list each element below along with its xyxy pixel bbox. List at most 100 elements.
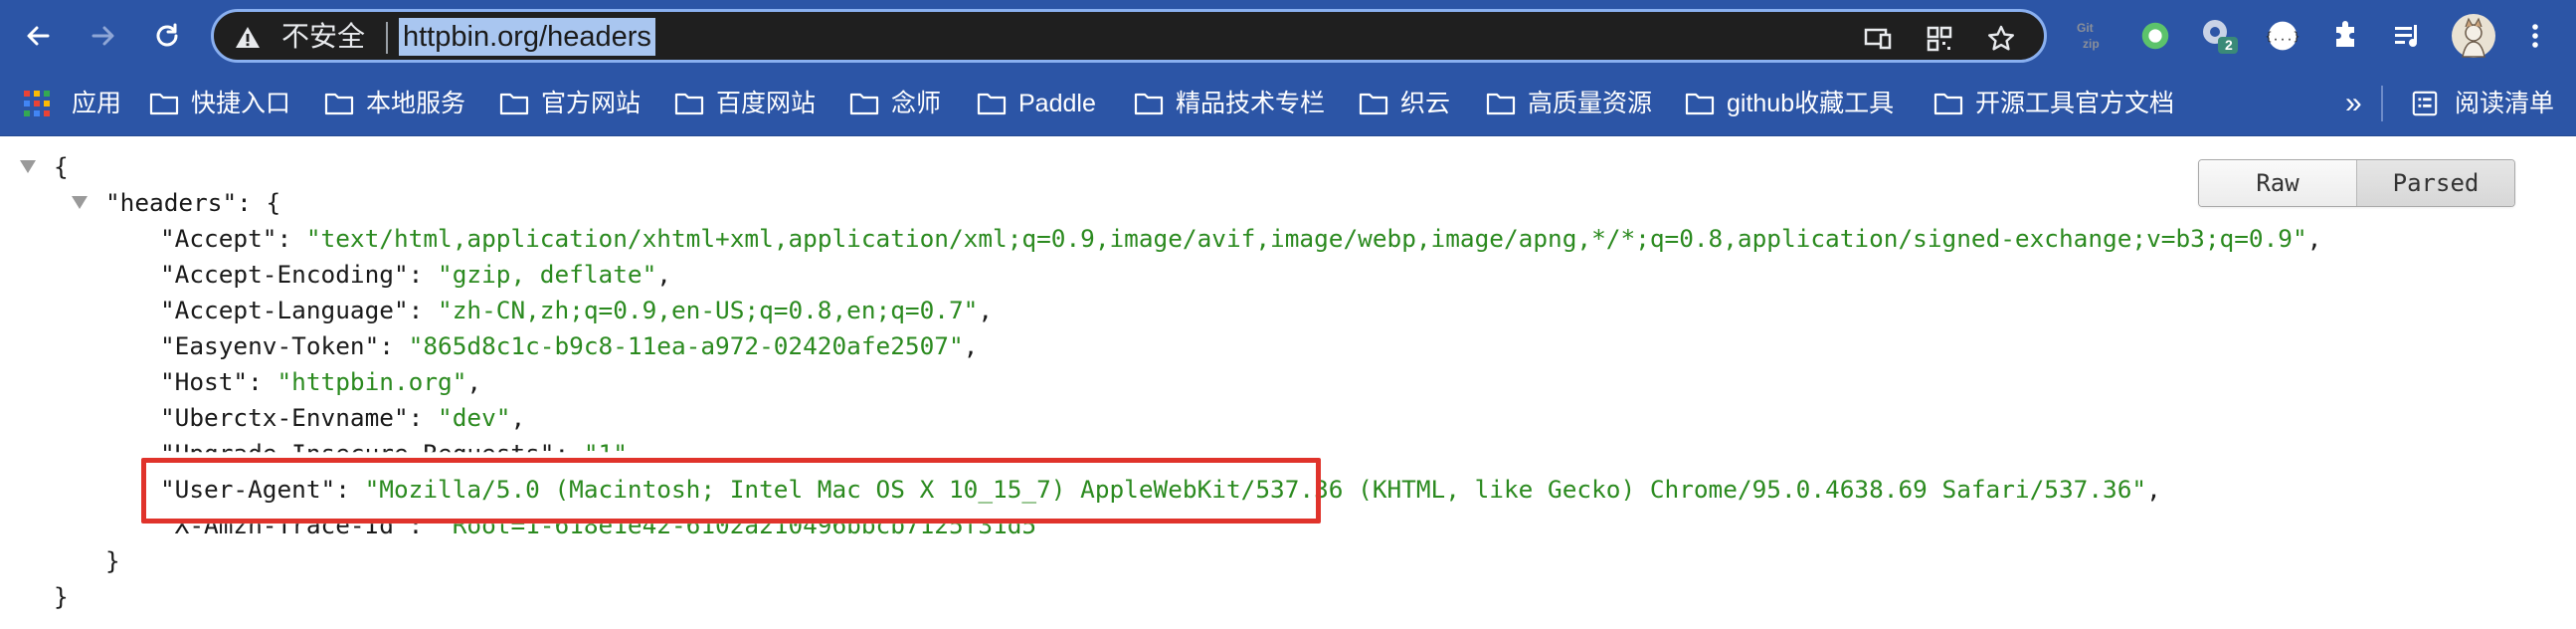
json-row: "Easyenv-Token": "865d8c1c-b9c8-11ea-a97… xyxy=(160,328,978,364)
collapse-headers-toggle-icon[interactable] xyxy=(72,196,88,209)
bookmark-folder-label: 念师 xyxy=(891,90,942,117)
json-braces-icon: {...} xyxy=(2266,21,2300,51)
forward-arrow-icon xyxy=(92,26,114,46)
json-row: "Accept-Encoding": "gzip, deflate", xyxy=(160,257,671,293)
json-key: "Easyenv-Token": xyxy=(160,331,409,360)
browser-menu-button[interactable] xyxy=(2516,17,2554,55)
forward-button[interactable] xyxy=(84,16,123,56)
folder-icon xyxy=(849,93,879,115)
bookmark-folder[interactable]: Paddle xyxy=(977,82,1096,125)
json-comma: , xyxy=(2146,475,2161,504)
address-divider xyxy=(386,22,388,54)
bookmark-folder-label: 官方网站 xyxy=(541,90,642,117)
json-viewer: Raw Parsed { "headers": { "Accept": "tex… xyxy=(0,136,2576,629)
json-string-value: "zh-CN,zh;q=0.9,en-US;q=0.8,en;q=0.7" xyxy=(438,296,979,324)
json-key: "Host": xyxy=(160,367,277,396)
back-button[interactable] xyxy=(18,16,58,56)
json-comma: , xyxy=(2306,224,2322,253)
json-inner-close-brace: } xyxy=(105,546,120,575)
browser-toolbar: 不安全 httpbin.org/headers Git zip 2 {...} xyxy=(0,0,2576,72)
bookmarks-divider xyxy=(2381,86,2383,121)
security-status-label[interactable]: 不安全 xyxy=(281,21,365,53)
annotation-highlight-box xyxy=(141,458,1321,524)
folder-icon xyxy=(1486,93,1516,115)
apps-shortcut[interactable]: 应用 xyxy=(22,82,121,125)
bookmark-star-icon[interactable] xyxy=(1986,24,2016,54)
bookmark-folder-label: 百度网站 xyxy=(716,90,817,117)
bookmark-folder[interactable]: 开源工具官方文档 xyxy=(1933,82,2174,125)
reading-list-icon xyxy=(2412,91,2438,116)
json-row: "Host": "httpbin.org", xyxy=(160,364,481,400)
bookmark-folder-label: 本地服务 xyxy=(366,90,466,117)
bookmark-folder-label: 精品技术专栏 xyxy=(1176,90,1326,117)
folder-icon xyxy=(324,93,354,115)
bookmark-folder-label: 开源工具官方文档 xyxy=(1975,90,2175,117)
bookmark-folder[interactable]: 精品技术专栏 xyxy=(1134,82,1325,125)
gitzip-extension[interactable]: Git zip xyxy=(2073,17,2111,55)
qr-code-icon[interactable] xyxy=(1925,24,1954,54)
bookmark-folder-label: 高质量资源 xyxy=(1528,90,1653,117)
overflow-chevron-icon: » xyxy=(2345,87,2362,119)
json-string-value: "text/html,application/xhtml+xml,applica… xyxy=(305,224,2307,253)
badge-extension[interactable]: 2 xyxy=(2200,17,2238,55)
warning-icon[interactable] xyxy=(234,24,262,52)
json-outer-close-brace: } xyxy=(54,582,69,611)
json-comma: , xyxy=(978,296,994,324)
bookmark-folder[interactable]: github收藏工具 xyxy=(1685,82,1894,125)
avatar-icon xyxy=(2452,14,2495,58)
profile-avatar[interactable] xyxy=(2451,13,2496,59)
url-text[interactable]: httpbin.org/headers xyxy=(399,18,655,56)
json-string-value: "865d8c1c-b9c8-11ea-a972-02420afe2507" xyxy=(408,331,964,360)
folder-icon xyxy=(1933,93,1963,115)
reading-list-button[interactable]: 阅读清单 xyxy=(2411,82,2554,125)
reload-button[interactable] xyxy=(147,16,187,56)
address-bar[interactable]: 不安全 httpbin.org/headers xyxy=(211,9,2047,63)
bookmark-folder[interactable]: 本地服务 xyxy=(324,82,465,125)
bookmark-folder-label: github收藏工具 xyxy=(1727,90,1895,117)
puzzle-icon xyxy=(2336,21,2354,47)
green-ring-icon xyxy=(2141,22,2169,50)
json-comma: , xyxy=(656,260,671,289)
json-key: "Uberctx-Envname": xyxy=(160,403,439,432)
green-ring-extension[interactable] xyxy=(2136,17,2174,55)
apps-label: 应用 xyxy=(72,90,122,117)
folder-icon xyxy=(977,93,1007,115)
raw-button[interactable]: Raw xyxy=(2199,160,2356,206)
svg-text:zip: zip xyxy=(2083,37,2100,51)
json-viewer-extension[interactable]: {...} xyxy=(2264,17,2301,55)
bookmark-folder[interactable]: 快捷入口 xyxy=(149,82,290,125)
bookmarks-overflow-button[interactable]: » xyxy=(2345,82,2362,125)
json-key: "Accept-Encoding": xyxy=(160,260,439,289)
bookmark-folder[interactable]: 百度网站 xyxy=(674,82,816,125)
cast-icon[interactable] xyxy=(1863,24,1893,54)
reload-icon xyxy=(156,23,178,47)
folder-icon xyxy=(674,93,704,115)
json-comma: , xyxy=(510,403,526,432)
folder-icon xyxy=(1134,93,1164,115)
svg-text:Git: Git xyxy=(2077,21,2094,35)
bookmark-folder[interactable]: 官方网站 xyxy=(499,82,641,125)
folder-icon xyxy=(1685,93,1715,115)
media-control-button[interactable] xyxy=(2389,17,2427,55)
reading-list-label: 阅读清单 xyxy=(2455,90,2555,117)
folder-icon xyxy=(499,93,529,115)
bookmark-folder-label: Paddle xyxy=(1018,90,1096,117)
json-string-value: "httpbin.org" xyxy=(276,367,467,396)
json-row: "Uberctx-Envname": "dev", xyxy=(160,400,525,436)
bookmark-folder[interactable]: 高质量资源 xyxy=(1486,82,1652,125)
svg-text:{...}: {...} xyxy=(2266,29,2300,43)
json-comma: , xyxy=(963,331,979,360)
parsed-button[interactable]: Parsed xyxy=(2356,160,2514,206)
bookmark-folder[interactable]: 织云 xyxy=(1359,82,1450,125)
json-row: "Accept-Language": "zh-CN,zh;q=0.9,en-US… xyxy=(160,293,993,328)
json-key: "Accept": xyxy=(160,224,306,253)
queue-music-icon xyxy=(2395,25,2417,47)
json-key: "Accept-Language": xyxy=(160,296,439,324)
apps-grid-icon xyxy=(24,91,50,116)
extensions-button[interactable] xyxy=(2327,17,2365,55)
collapse-root-toggle-icon[interactable] xyxy=(20,160,36,173)
bookmark-folder[interactable]: 念师 xyxy=(849,82,941,125)
extension-badge-count: 2 xyxy=(2225,37,2233,53)
folder-icon xyxy=(1359,93,1388,115)
view-mode-toggle: Raw Parsed xyxy=(2198,159,2515,207)
